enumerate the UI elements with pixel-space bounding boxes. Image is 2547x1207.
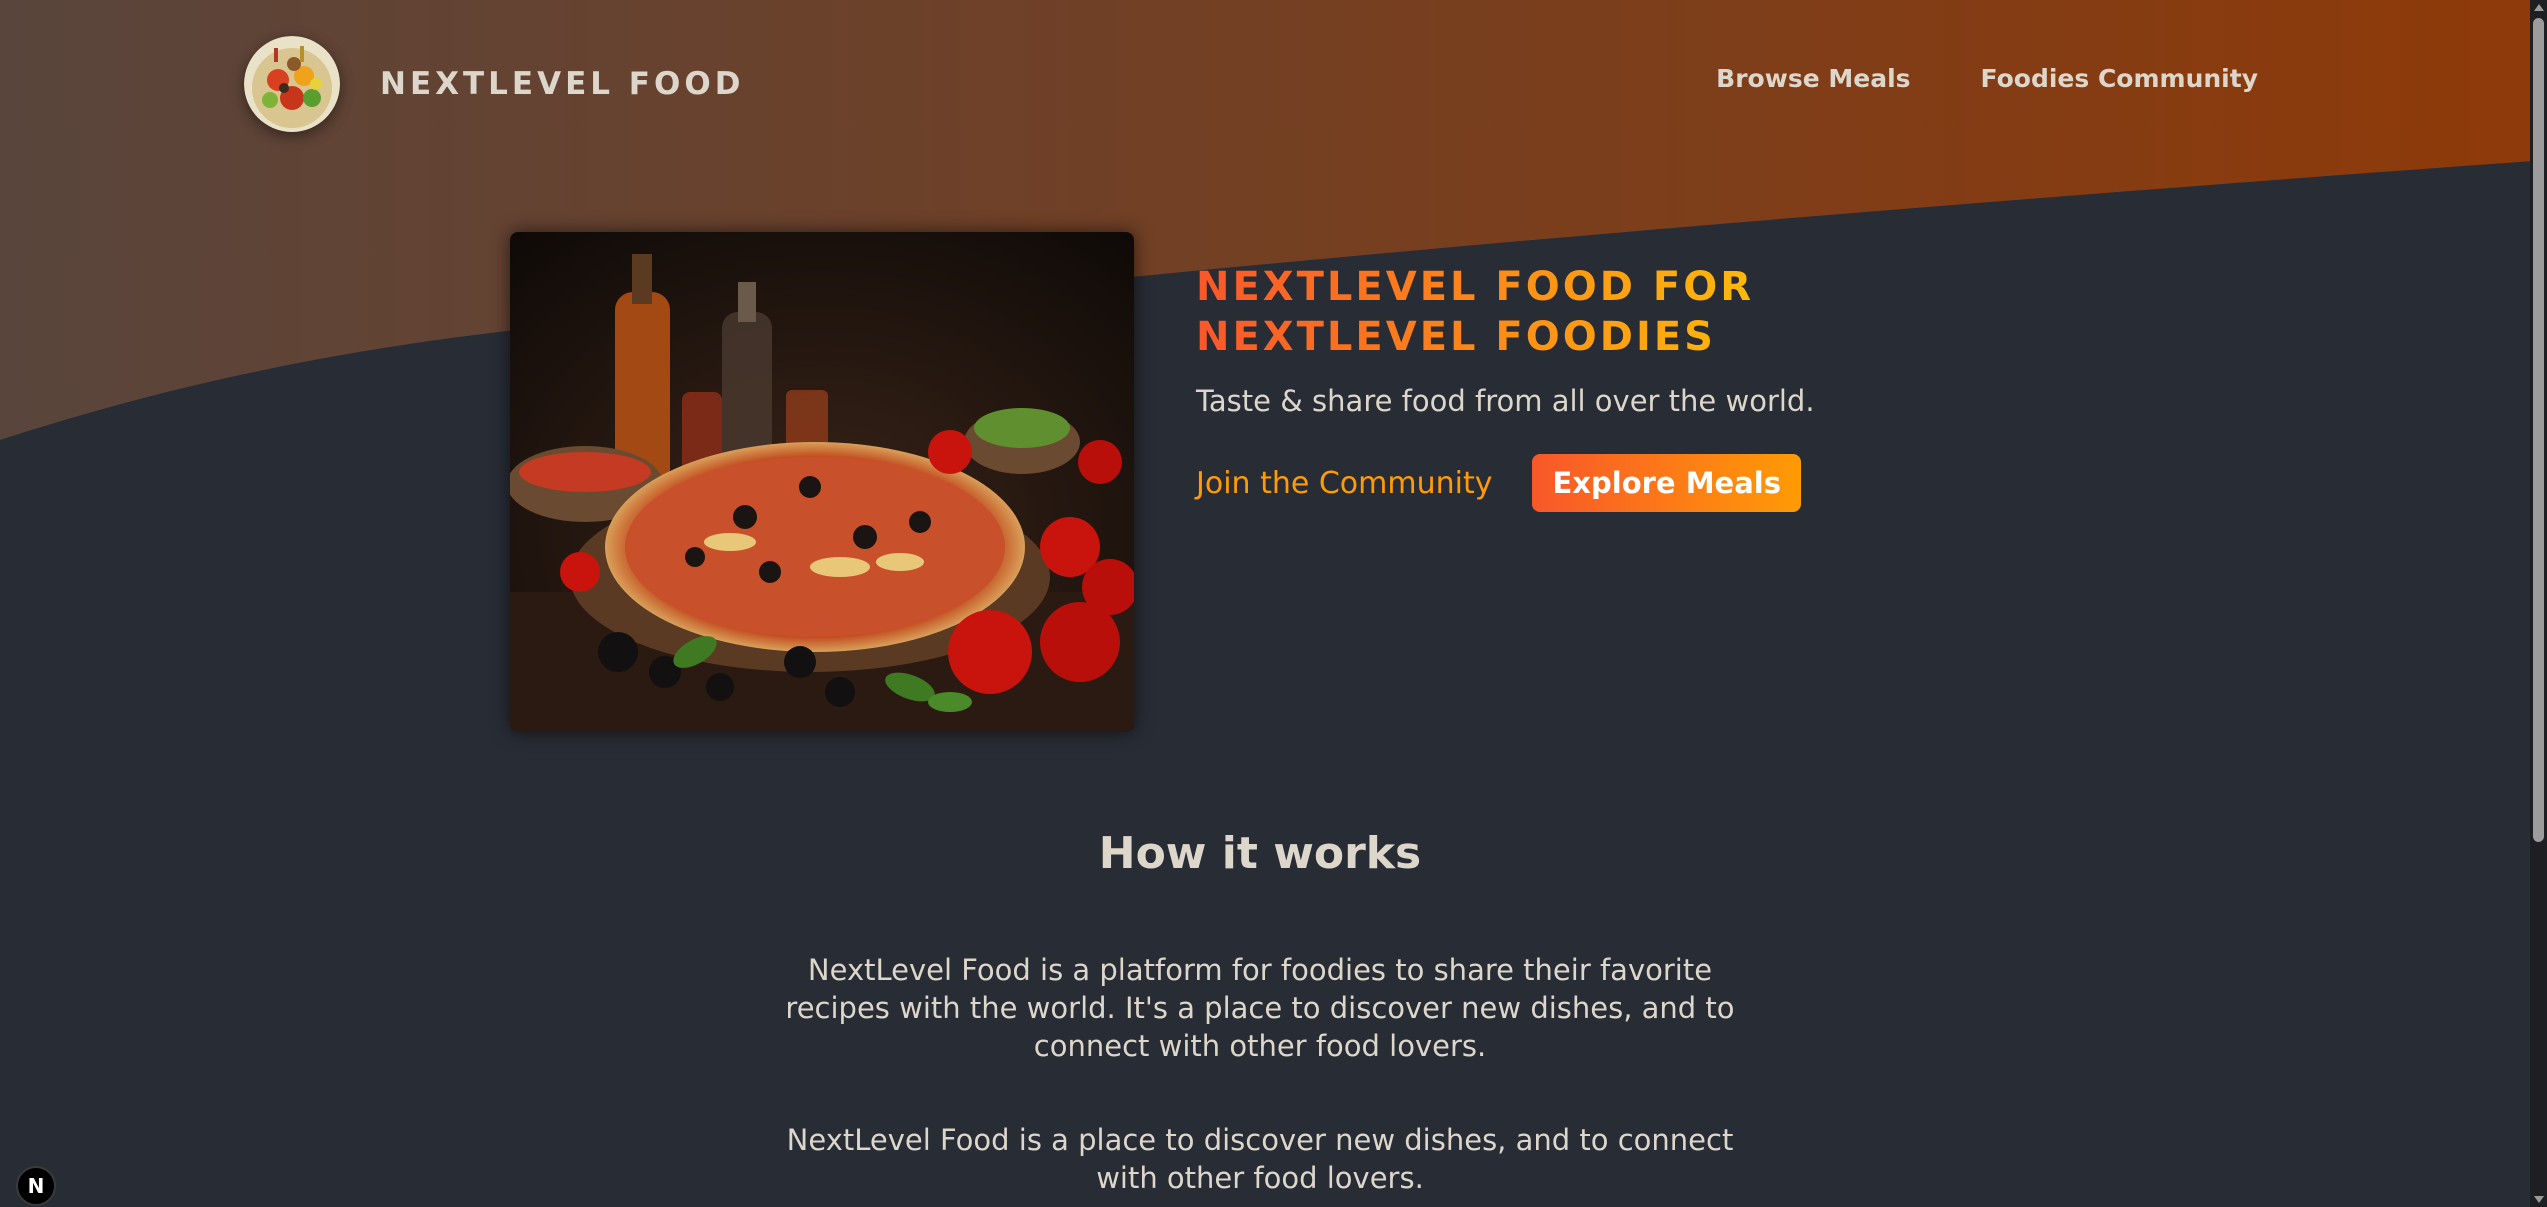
how-it-works-paragraph-2: NextLevel Food is a place to discover ne… xyxy=(786,1123,1734,1195)
pizza-photo-icon xyxy=(510,232,1134,732)
how-it-works-section: How it works NextLevel Food is a platfor… xyxy=(0,828,2520,1197)
scrollbar-thumb[interactable] xyxy=(2533,18,2544,842)
join-community-link[interactable]: Join the Community xyxy=(1196,466,1492,501)
main-nav: Browse Meals Foodies Community xyxy=(1716,64,2258,93)
nav-foodies-community[interactable]: Foodies Community xyxy=(1981,64,2258,93)
hero-section: NEXTLEVEL FOOD FOR NEXTLEVEL FOODIES Tas… xyxy=(510,232,1846,732)
hero-title: NEXTLEVEL FOOD FOR NEXTLEVEL FOODIES xyxy=(1196,262,1846,362)
logo-text: NEXTLEVEL FOOD xyxy=(380,66,745,102)
explore-meals-button[interactable]: Explore Meals xyxy=(1532,454,1801,512)
hero-cta: Join the Community Explore Meals xyxy=(1196,454,1846,512)
hero-subtitle: Taste & share food from all over the wor… xyxy=(1196,384,1815,418)
home-logo-link[interactable]: NEXTLEVEL FOOD xyxy=(244,36,744,132)
hero-title-line1: NEXTLEVEL FOOD FOR xyxy=(1196,264,1755,310)
nav-browse-meals[interactable]: Browse Meals xyxy=(1716,64,1910,93)
scroll-down-arrow-icon[interactable] xyxy=(2534,1196,2544,1203)
scroll-up-arrow-icon[interactable] xyxy=(2534,4,2544,11)
hero-image xyxy=(510,232,1134,732)
food-plate-logo-icon xyxy=(244,36,340,132)
dev-tools-badge[interactable]: N xyxy=(16,1166,56,1206)
how-it-works-paragraph-1: NextLevel Food is a platform for foodies… xyxy=(785,953,1735,1063)
hero-title-line2: NEXTLEVEL FOODIES xyxy=(1196,314,1716,360)
hero-text: NEXTLEVEL FOOD FOR NEXTLEVEL FOODIES Tas… xyxy=(1196,262,1846,732)
vertical-scrollbar[interactable] xyxy=(2530,0,2547,1207)
how-it-works-heading: How it works xyxy=(1098,828,1422,879)
main-header: NEXTLEVEL FOOD Browse Meals Foodies Comm… xyxy=(0,0,2530,170)
